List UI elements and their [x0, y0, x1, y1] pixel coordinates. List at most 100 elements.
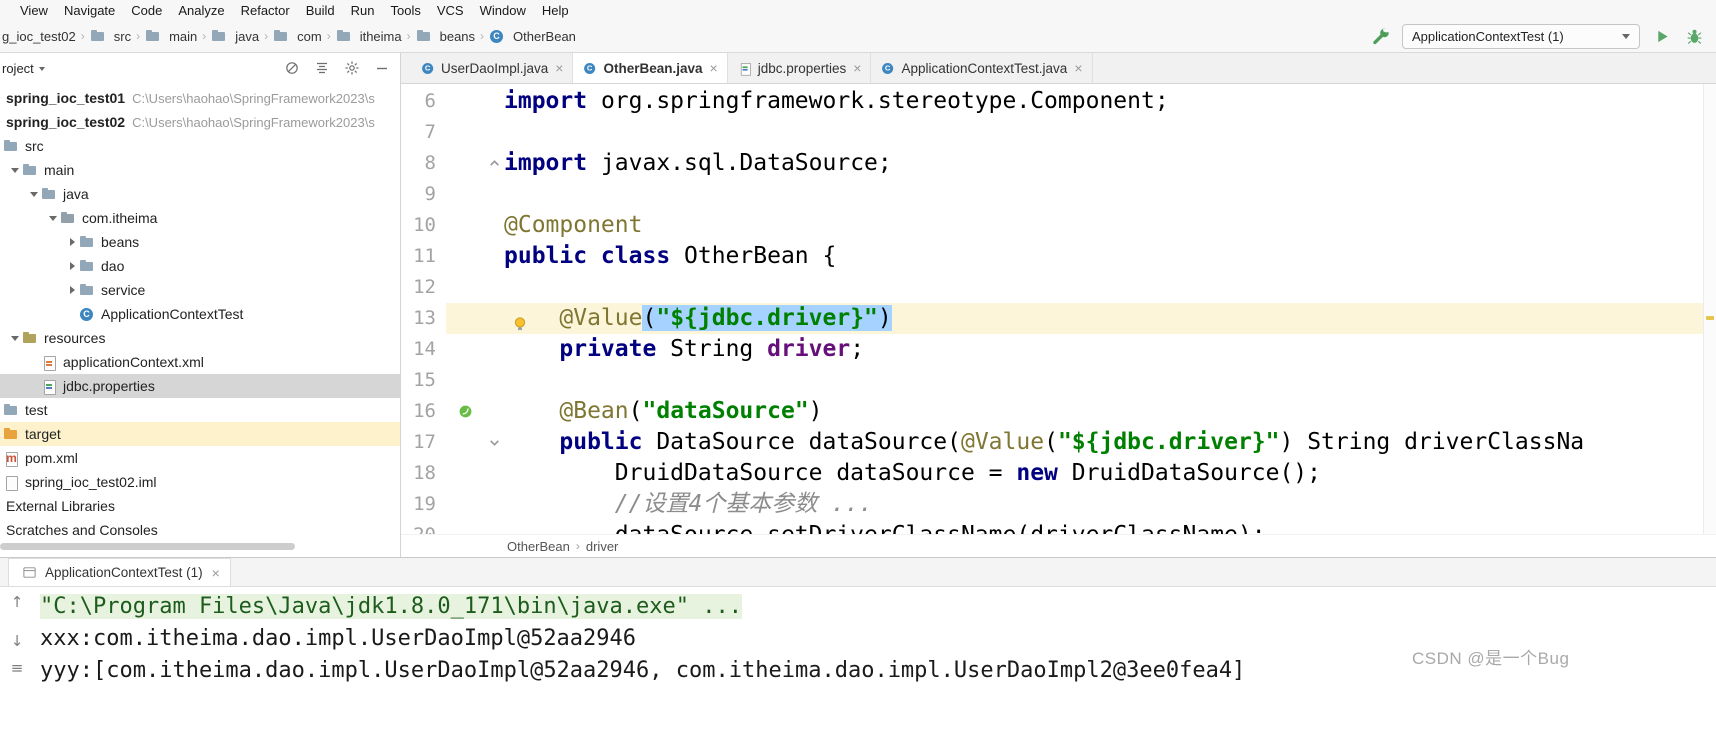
fold-down-icon[interactable]: [484, 427, 504, 458]
breadcrumb-item-itheima[interactable]: itheima: [334, 28, 404, 45]
breadcrumb-item-main[interactable]: main: [143, 28, 199, 45]
breadcrumb-item-java[interactable]: java: [209, 28, 261, 45]
close-icon[interactable]: ×: [710, 60, 718, 76]
code-line-20[interactable]: 20 dataSource.setDriverClassName(driverC…: [401, 520, 1716, 534]
code-line-19[interactable]: 19 //设置4个基本参数 ...: [401, 489, 1716, 520]
code-line-8[interactable]: 8import javax.sql.DataSource;: [401, 148, 1716, 179]
breadcrumb-item-beans[interactable]: beans: [414, 28, 477, 45]
tree-item-target[interactable]: target: [0, 422, 400, 446]
intention-bulb-icon[interactable]: [512, 310, 528, 326]
tab-jdbc-properties[interactable]: jdbc.properties×: [728, 53, 872, 83]
code-line-13[interactable]: 13 @Value("${jdbc.driver}"): [401, 303, 1716, 334]
scroll-down-icon[interactable]: ↓: [11, 634, 24, 649]
tree-item-spring-ioc-test01[interactable]: spring_ioc_test01C:\Users\haohao\SpringF…: [0, 86, 400, 110]
chevron-down-icon[interactable]: [8, 331, 22, 345]
chevron-down-icon[interactable]: [27, 187, 41, 201]
close-icon[interactable]: ×: [212, 565, 220, 581]
run-button[interactable]: [1652, 26, 1672, 46]
hide-icon[interactable]: [373, 60, 390, 77]
build-project-icon[interactable]: [1370, 26, 1390, 46]
watermark: CSDN @是一个Bug: [1412, 644, 1569, 669]
close-icon[interactable]: ×: [555, 60, 563, 76]
code-line-12[interactable]: 12: [401, 272, 1716, 303]
tree-item-beans[interactable]: beans: [0, 230, 400, 254]
code-line-16[interactable]: 16 @Bean("dataSource"): [401, 396, 1716, 427]
code-line-15[interactable]: 15: [401, 365, 1716, 396]
menu-tools[interactable]: Tools: [383, 3, 429, 18]
menu-code[interactable]: Code: [123, 3, 170, 18]
menu-vcs[interactable]: VCS: [429, 3, 472, 18]
line-number: 20: [401, 520, 446, 534]
breadcrumb-item-com[interactable]: com: [271, 28, 324, 45]
tree-horizontal-scrollbar[interactable]: [0, 543, 295, 550]
code-token: private: [559, 336, 656, 362]
breadcrumb-label: main: [169, 29, 197, 44]
project-panel-title[interactable]: roject: [2, 61, 45, 76]
code-line-7[interactable]: 7: [401, 117, 1716, 148]
chevron-right-icon[interactable]: [65, 238, 79, 246]
tree-item-src[interactable]: src: [0, 134, 400, 158]
breadcrumb-item-src[interactable]: src: [88, 28, 133, 45]
tree-item-scratches-and-consoles[interactable]: Scratches and Consoles: [0, 518, 400, 542]
tree-item-dao[interactable]: dao: [0, 254, 400, 278]
menu-help[interactable]: Help: [534, 3, 577, 18]
menu-build[interactable]: Build: [298, 3, 343, 18]
debug-button[interactable]: [1684, 26, 1704, 46]
settings-icon[interactable]: [343, 60, 360, 77]
menu-view[interactable]: View: [12, 3, 56, 18]
tab-applicationcontexttest-java[interactable]: ApplicationContextTest.java×: [871, 53, 1092, 83]
tree-item-main[interactable]: main: [0, 158, 400, 182]
tree-item-resources[interactable]: resources: [0, 326, 400, 350]
close-icon[interactable]: ×: [853, 60, 861, 76]
tab-userdaoimpl-java[interactable]: UserDaoImpl.java×: [411, 53, 573, 83]
breadcrumb-label: src: [114, 29, 131, 44]
chevron-down-icon[interactable]: [8, 163, 22, 177]
tree-item-com-itheima[interactable]: com.itheima: [0, 206, 400, 230]
editor-breadcrumb-otherbean[interactable]: OtherBean: [505, 539, 572, 554]
code-line-10[interactable]: 10@Component: [401, 210, 1716, 241]
code-line-11[interactable]: 11public class OtherBean {: [401, 241, 1716, 272]
tree-item-spring-ioc-test02-iml[interactable]: spring_ioc_test02.iml: [0, 470, 400, 494]
code-line-18[interactable]: 18 DruidDataSource dataSource = new Drui…: [401, 458, 1716, 489]
tree-item-java[interactable]: java: [0, 182, 400, 206]
menu-run[interactable]: Run: [343, 3, 383, 18]
tree-item-external-libraries[interactable]: External Libraries: [0, 494, 400, 518]
collapse-all-icon[interactable]: [313, 60, 330, 77]
tree-item-applicationcontext-xml[interactable]: applicationContext.xml: [0, 350, 400, 374]
soft-wrap-icon[interactable]: ≡: [11, 661, 24, 676]
locate-icon[interactable]: [283, 60, 300, 77]
spring-bean-gutter-icon[interactable]: [446, 396, 484, 427]
tab-otherbean-java[interactable]: OtherBean.java×: [573, 53, 727, 83]
fold-up-icon[interactable]: [484, 148, 504, 179]
code-token: String: [656, 336, 767, 362]
close-icon[interactable]: ×: [1074, 60, 1082, 76]
menu-analyze[interactable]: Analyze: [170, 3, 232, 18]
gutter-slot: [446, 334, 484, 365]
code-token: [504, 336, 559, 362]
code-line-9[interactable]: 9: [401, 179, 1716, 210]
tree-item-service[interactable]: service: [0, 278, 400, 302]
code-line-14[interactable]: 14 private String driver;: [401, 334, 1716, 365]
code-editor[interactable]: 6import org.springframework.stereotype.C…: [401, 84, 1716, 534]
tree-item-spring-ioc-test02[interactable]: spring_ioc_test02C:\Users\haohao\SpringF…: [0, 110, 400, 134]
chevron-down-icon[interactable]: [46, 211, 60, 225]
menu-window[interactable]: Window: [472, 3, 534, 18]
breadcrumb-item-otherbean[interactable]: OtherBean: [487, 28, 578, 45]
editor-breadcrumb-driver[interactable]: driver: [584, 539, 621, 554]
scroll-up-icon[interactable]: ↑: [11, 595, 24, 610]
code-line-17[interactable]: 17 public DataSource dataSource(@Value("…: [401, 427, 1716, 458]
menu-refactor[interactable]: Refactor: [233, 3, 298, 18]
run-tab[interactable]: ApplicationContextTest (1) ×: [8, 558, 231, 586]
run-config-select[interactable]: ApplicationContextTest (1): [1402, 24, 1640, 49]
chevron-right-icon[interactable]: [65, 262, 79, 270]
tree-item-applicationcontexttest[interactable]: ApplicationContextTest: [0, 302, 400, 326]
breadcrumb-item-g-ioc-test02[interactable]: g_ioc_test02: [0, 29, 78, 44]
project-panel-title-label: roject: [2, 61, 34, 76]
chevron-right-icon[interactable]: [65, 286, 79, 294]
tree-item-pom-xml[interactable]: pom.xml: [0, 446, 400, 470]
tree-item-jdbc-properties[interactable]: jdbc.properties: [0, 374, 400, 398]
tree-item-test[interactable]: test: [0, 398, 400, 422]
menu-navigate[interactable]: Navigate: [56, 3, 123, 18]
gutter-slot: [446, 148, 484, 179]
code-line-6[interactable]: 6import org.springframework.stereotype.C…: [401, 86, 1716, 117]
